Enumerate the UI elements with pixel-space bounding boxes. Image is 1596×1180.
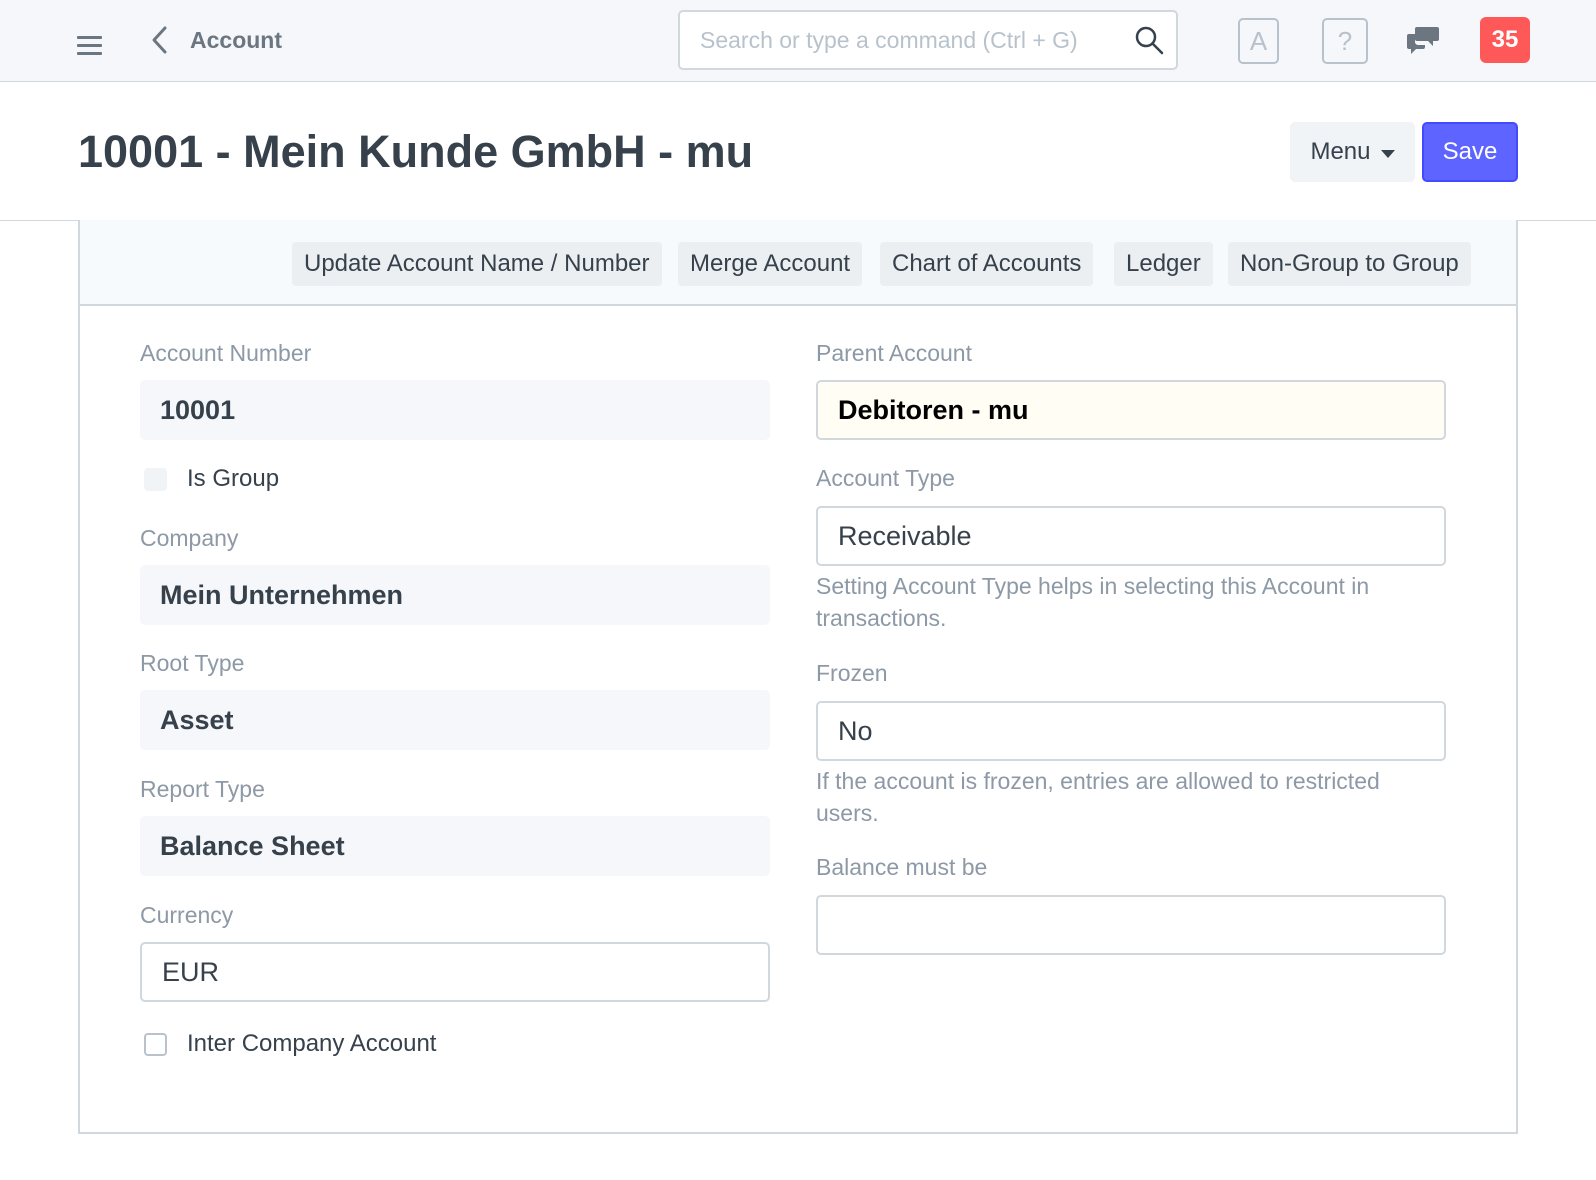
parent-account-input[interactable]: Debitoren - mu	[816, 380, 1446, 440]
parent-account-label: Parent Account	[816, 340, 972, 366]
frozen-select[interactable]: No	[816, 701, 1446, 761]
ledger-button[interactable]: Ledger	[1114, 242, 1213, 286]
search-input[interactable]	[700, 12, 1120, 68]
chat-bubbles-icon[interactable]	[1407, 24, 1441, 56]
currency-input[interactable]: EUR	[140, 942, 770, 1002]
frozen-label: Frozen	[816, 660, 888, 686]
report-type-label: Report Type	[140, 776, 265, 802]
inter-company-checkbox[interactable]	[144, 1032, 167, 1056]
frozen-help: If the account is frozen, entries are al…	[816, 768, 1380, 826]
non-group-to-group-button[interactable]: Non-Group to Group	[1228, 242, 1471, 286]
inter-company-label: Inter Company Account	[187, 1030, 437, 1057]
account-type-select[interactable]: Receivable	[816, 506, 1446, 566]
hamburger-icon[interactable]	[77, 36, 102, 55]
account-type-label: Account Type	[816, 465, 955, 491]
menu-button[interactable]: Menu	[1290, 122, 1415, 182]
account-number-field: 10001	[140, 380, 770, 440]
search-bar[interactable]	[678, 10, 1178, 70]
page-head: 10001 - Mein Kunde GmbH - mu Menu Save	[0, 82, 1596, 221]
balance-must-be-select[interactable]	[816, 895, 1446, 955]
breadcrumb-account[interactable]: Account	[190, 27, 282, 54]
is-group-checkbox-row: Is Group	[144, 465, 279, 493]
save-button[interactable]: Save	[1422, 122, 1518, 182]
merge-account-button[interactable]: Merge Account	[678, 242, 863, 286]
is-group-label: Is Group	[187, 465, 280, 492]
update-account-name-button[interactable]: Update Account Name / Number	[292, 242, 662, 286]
inter-company-checkbox-row[interactable]: Inter Company Account	[144, 1030, 436, 1058]
notification-badge[interactable]: 35	[1480, 17, 1530, 63]
root-type-field: Asset	[140, 690, 770, 750]
form-card: Update Account Name / Number Merge Accou…	[78, 220, 1518, 1134]
search-icon[interactable]	[1134, 25, 1164, 55]
navbar: Account A ? 35	[0, 0, 1596, 82]
root-type-label: Root Type	[140, 650, 245, 676]
balance-must-be-label: Balance must be	[816, 854, 988, 880]
chevron-left-icon[interactable]	[148, 24, 172, 56]
menu-button-label: Menu	[1310, 138, 1371, 165]
report-type-field: Balance Sheet	[140, 816, 770, 876]
form-toolbar: Update Account Name / Number Merge Accou…	[80, 220, 1516, 306]
help-icon[interactable]: ?	[1322, 18, 1368, 64]
account-type-help: Setting Account Type helps in selecting …	[816, 573, 1370, 631]
caret-down-icon	[1380, 149, 1395, 158]
user-avatar[interactable]: A	[1238, 18, 1279, 64]
account-number-label: Account Number	[140, 340, 312, 366]
is-group-checkbox	[144, 467, 167, 491]
currency-label: Currency	[140, 902, 234, 928]
company-field: Mein Unternehmen	[140, 565, 770, 625]
chart-of-accounts-button[interactable]: Chart of Accounts	[880, 242, 1094, 286]
page-title: 10001 - Mein Kunde GmbH - mu	[78, 126, 754, 177]
company-label: Company	[140, 525, 239, 551]
